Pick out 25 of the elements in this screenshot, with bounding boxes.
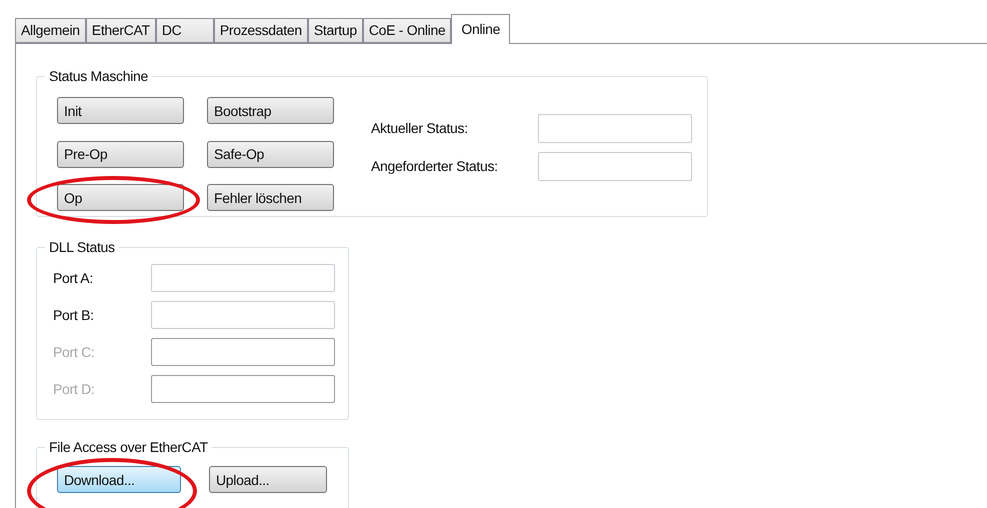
status-field[interactable] (538, 152, 692, 181)
action-button[interactable]: Download... (57, 466, 181, 493)
field-label: Angeforderter Status: (371, 157, 499, 176)
status-field[interactable] (538, 114, 692, 143)
tab[interactable]: Prozessdaten (214, 18, 308, 43)
port-label: Port D: (53, 380, 96, 398)
field-label: Aktueller Status: (371, 119, 469, 138)
tab[interactable]: Startup (308, 18, 363, 43)
action-button[interactable]: Init (57, 97, 184, 124)
port-label: Port C: (53, 342, 96, 362)
port-field[interactable] (151, 264, 335, 292)
tab[interactable]: EtherCAT (86, 18, 156, 43)
port-label: Port B: (53, 306, 95, 324)
tab[interactable]: DC (156, 18, 214, 43)
action-button[interactable]: Safe-Op (207, 140, 334, 168)
tab[interactable]: CoE - Online (362, 18, 452, 43)
tab[interactable]: Online (451, 14, 510, 44)
action-button[interactable]: Upload... (209, 466, 327, 493)
action-button[interactable]: Pre-Op (57, 140, 184, 168)
port-field[interactable] (151, 301, 335, 329)
tab[interactable]: Allgemein (15, 18, 86, 43)
port-label: Port A: (53, 268, 94, 288)
action-button[interactable]: Fehler löschen (207, 184, 334, 212)
action-button[interactable]: Bootstrap (207, 97, 334, 124)
action-button[interactable]: Op (57, 184, 184, 212)
